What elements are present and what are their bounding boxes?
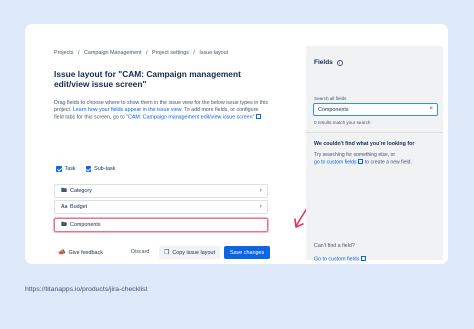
source-url: https://titanapps.io/products/jira-check… bbox=[25, 286, 148, 293]
panel-divider bbox=[306, 132, 443, 133]
cant-find-text: Can't find a field? bbox=[314, 243, 355, 249]
external-link-icon bbox=[256, 114, 262, 119]
chevron-right-icon[interactable]: › bbox=[260, 187, 262, 194]
discard-button[interactable]: Discard bbox=[131, 249, 149, 255]
text-field-icon: Aa bbox=[61, 204, 68, 210]
clear-search-icon[interactable]: × bbox=[429, 106, 433, 112]
external-link-icon bbox=[361, 256, 367, 261]
fields-panel-title: Fields i bbox=[314, 59, 343, 66]
checkbox-icon bbox=[56, 166, 62, 172]
section-components[interactable]: 🖿 Components bbox=[54, 218, 268, 232]
give-feedback-button[interactable]: 📣 Give feedback bbox=[58, 249, 103, 257]
search-label: Search all fields bbox=[314, 96, 347, 101]
screen-config-link[interactable]: "CAM: Campaign management edit/view issu… bbox=[126, 115, 254, 121]
search-results-count: 0 results match your search bbox=[314, 120, 371, 125]
learn-more-link[interactable]: Learn how your fields appear in the issu… bbox=[73, 107, 183, 113]
footer-actions: 📣 Give feedback Discard ❐ Copy issue lay… bbox=[58, 246, 283, 260]
megaphone-icon: 📣 bbox=[58, 250, 66, 256]
issue-layout-card: Projects / Campaign Management / Project… bbox=[25, 24, 448, 264]
copy-issue-layout-button[interactable]: ❐ Copy issue layout bbox=[159, 246, 220, 259]
folder-icon: 🖿 bbox=[61, 188, 68, 194]
go-to-custom-fields-bottom-link[interactable]: Go to custom fields bbox=[314, 256, 367, 263]
not-found-title: We couldn't find what you're looking for bbox=[314, 141, 415, 147]
copy-icon: ❐ bbox=[164, 250, 170, 256]
issue-types: Task Sub-task bbox=[56, 166, 115, 172]
breadcrumb-project-settings[interactable]: Project settings bbox=[152, 50, 189, 56]
section-category[interactable]: 🖿 Category › bbox=[54, 184, 268, 198]
search-input[interactable]: Components × bbox=[313, 103, 438, 116]
not-found-description: Try searching for something else, or go … bbox=[314, 152, 412, 166]
breadcrumb-issue-layout[interactable]: Issue layout bbox=[199, 50, 228, 56]
section-budget[interactable]: Aa Budget › bbox=[54, 200, 268, 214]
folder-icon: 🖿 bbox=[61, 222, 68, 228]
breadcrumb-campaign-management[interactable]: Campaign Management bbox=[84, 50, 142, 56]
breadcrumb: Projects / Campaign Management / Project… bbox=[54, 50, 229, 56]
breadcrumb-projects[interactable]: Projects bbox=[54, 50, 73, 56]
subtask-icon bbox=[85, 166, 92, 172]
external-link-icon bbox=[358, 159, 364, 164]
fields-panel: Fields i Search all fields Components × … bbox=[306, 46, 443, 263]
save-changes-button[interactable]: Save changes bbox=[224, 246, 271, 259]
go-to-custom-fields-link[interactable]: go to custom fields bbox=[314, 160, 356, 166]
info-icon[interactable]: i bbox=[336, 59, 343, 66]
page-description: Drag fields to choose where to show them… bbox=[54, 100, 269, 121]
issue-type-subtask: Sub-task bbox=[85, 166, 115, 172]
chevron-right-icon[interactable]: › bbox=[260, 203, 262, 210]
page-title: Issue layout for "CAM: Campaign manageme… bbox=[54, 69, 241, 89]
issue-type-task: Task bbox=[56, 166, 76, 172]
